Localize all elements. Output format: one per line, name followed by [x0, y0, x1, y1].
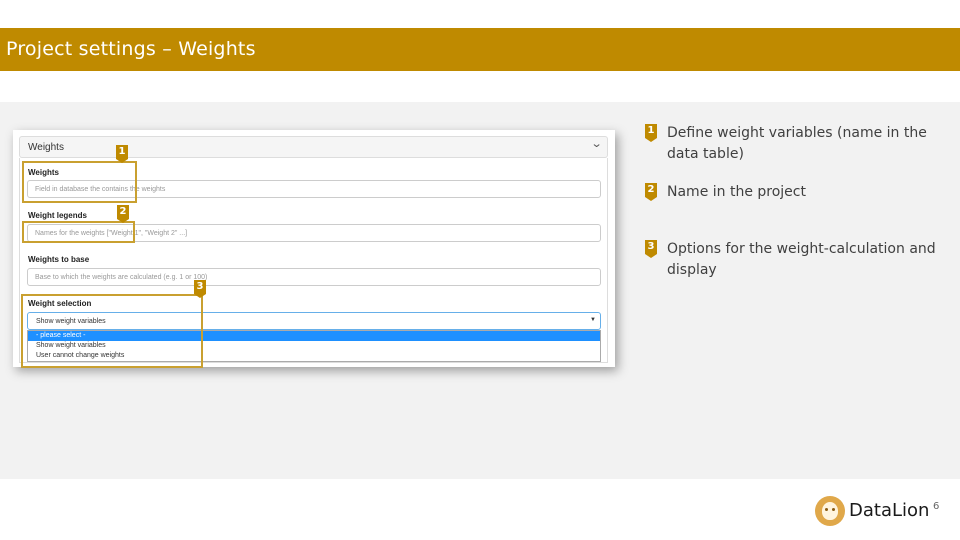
page-number: 6 — [933, 501, 940, 512]
highlight-box-3 — [21, 294, 203, 368]
weights-panel-header[interactable]: Weights ⌄ — [19, 136, 608, 158]
weights-to-base-label: Weights to base — [28, 255, 90, 264]
callout-badge-2: 2 — [117, 205, 129, 223]
select-caret-icon: ▼ — [590, 317, 596, 323]
brand-name: DataLion — [849, 500, 930, 521]
callout-badge-3: 3 — [194, 280, 206, 298]
note-badge-1: 1 — [645, 124, 657, 142]
note-text-1: Define weight variables (name in the dat… — [667, 125, 927, 162]
settings-screenshot: Weights ⌄ Weights Field in database the … — [13, 130, 615, 368]
callout-badge-1: 1 — [116, 145, 128, 163]
lion-face — [822, 502, 838, 520]
lion-eye-left — [825, 508, 828, 511]
note-text-3: Options for the weight-calculation and d… — [667, 241, 936, 278]
note-badge-2: 2 — [645, 183, 657, 201]
chevron-down-icon[interactable]: ⌄ — [590, 137, 602, 150]
lion-eye-right — [832, 508, 835, 511]
weights-to-base-input[interactable]: Base to which the weights are calculated… — [27, 268, 601, 286]
highlight-box-2 — [22, 221, 135, 243]
highlight-box-1 — [22, 161, 137, 203]
note-badge-3: 3 — [645, 240, 657, 258]
panel-header-label: Weights — [28, 142, 64, 153]
title-bar: Project settings – Weights — [0, 28, 960, 71]
weight-legends-label: Weight legends — [28, 211, 87, 220]
slide-title: Project settings – Weights — [6, 38, 256, 60]
lion-logo-icon — [815, 496, 845, 526]
note-text-2: Name in the project — [667, 184, 806, 200]
